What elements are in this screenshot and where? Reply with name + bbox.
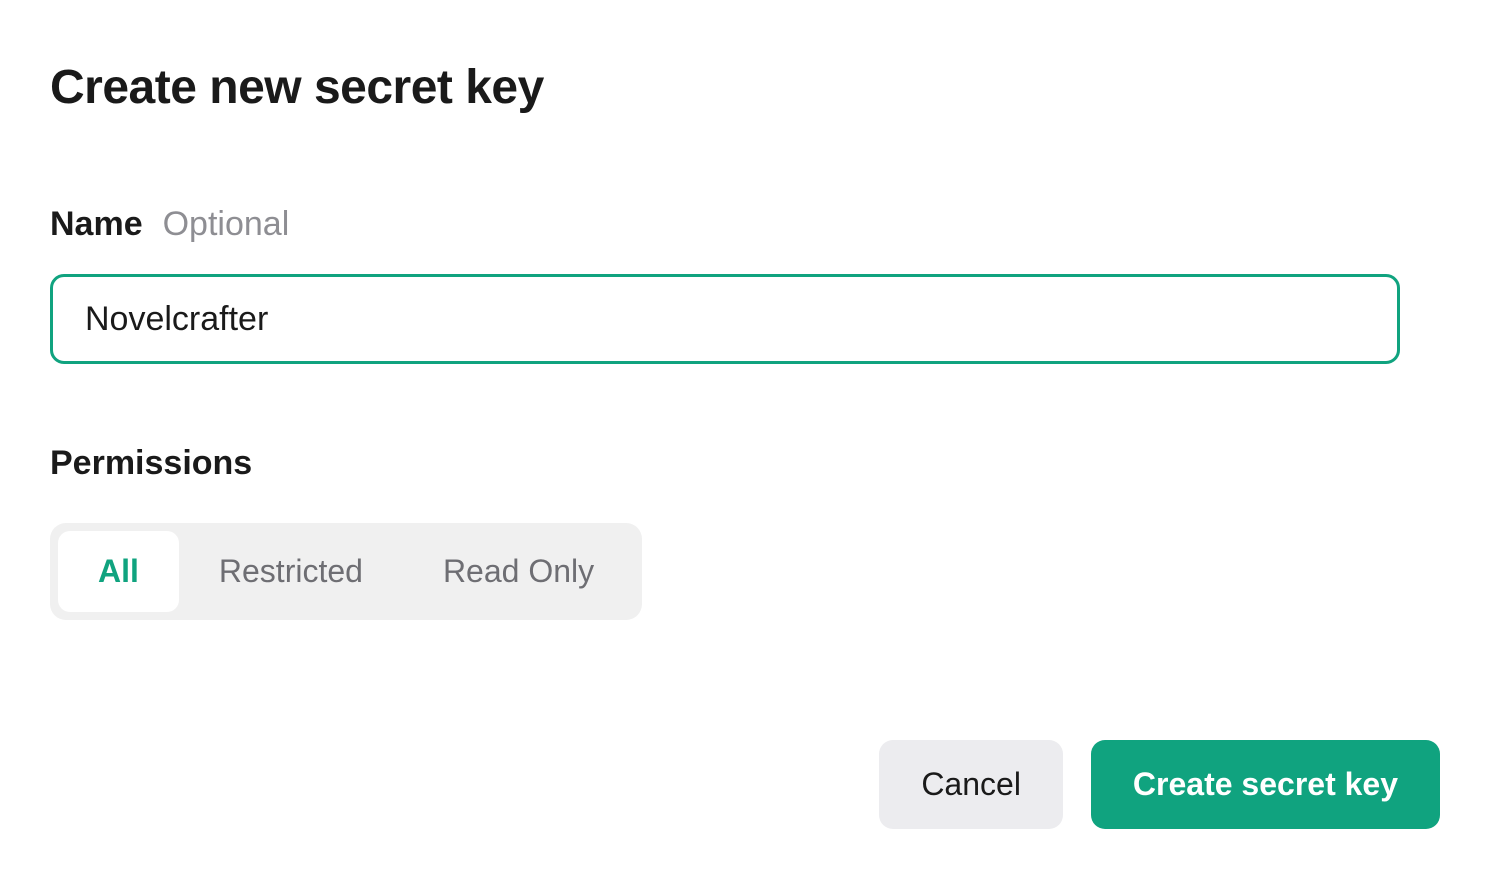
permissions-label: Permissions	[50, 444, 1460, 483]
create-secret-key-button[interactable]: Create secret key	[1091, 740, 1440, 829]
name-input[interactable]	[50, 274, 1400, 364]
permission-option-all[interactable]: All	[58, 531, 179, 612]
name-field-label-row: Name Optional	[50, 205, 1460, 244]
name-field-label: Name	[50, 205, 143, 244]
permission-option-restricted[interactable]: Restricted	[179, 531, 403, 612]
name-field-optional-hint: Optional	[163, 205, 290, 244]
cancel-button[interactable]: Cancel	[879, 740, 1063, 829]
dialog-title: Create new secret key	[50, 60, 1460, 115]
permission-option-read-only[interactable]: Read Only	[403, 531, 634, 612]
permissions-segmented-control: All Restricted Read Only	[50, 523, 642, 620]
dialog-actions: Cancel Create secret key	[50, 740, 1440, 829]
